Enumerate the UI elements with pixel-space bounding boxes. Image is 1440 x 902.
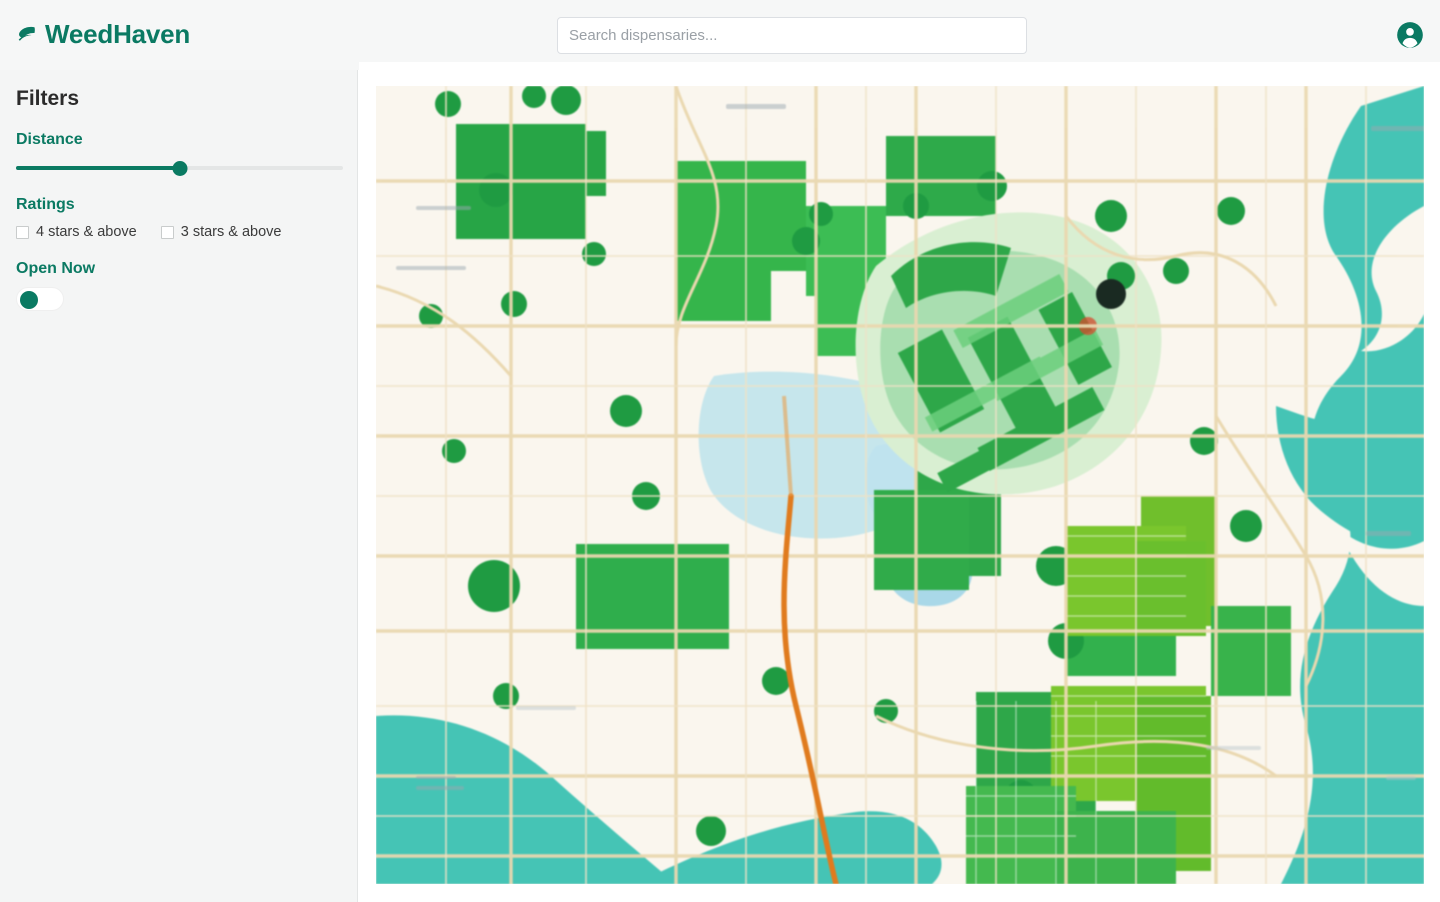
account-circle-icon[interactable] bbox=[1396, 21, 1424, 49]
checkbox-box[interactable] bbox=[16, 225, 29, 239]
checkbox-3-stars[interactable]: 3 stars & above bbox=[160, 223, 282, 241]
filter-section-ratings: Ratings 4 stars & above 3 stars & above bbox=[16, 195, 343, 241]
filter-section-distance: Distance bbox=[16, 130, 343, 178]
ratings-checkbox-group: 4 stars & above 3 stars & above bbox=[16, 223, 343, 241]
open-now-label: Open Now bbox=[16, 260, 96, 277]
toggle-knob bbox=[20, 291, 38, 309]
page-title: Filters bbox=[16, 87, 80, 110]
leaf-icon bbox=[16, 24, 36, 44]
brand-name: WeedHaven bbox=[45, 19, 191, 49]
checkbox-box[interactable] bbox=[160, 225, 174, 239]
filters-sidebar: Filters Distance Ratings 4 stars & above… bbox=[0, 70, 358, 902]
checkbox-label: 4 stars & above bbox=[36, 224, 137, 240]
search-field-wrapper[interactable] bbox=[557, 17, 1027, 54]
checkbox-4-stars[interactable]: 4 stars & above bbox=[16, 223, 137, 241]
checkbox-label: 3 stars & above bbox=[180, 224, 282, 240]
distance-slider[interactable] bbox=[16, 158, 343, 178]
slider-thumb[interactable] bbox=[172, 161, 187, 176]
search-input[interactable] bbox=[557, 17, 1027, 54]
slider-fill bbox=[16, 166, 180, 170]
brand-logo[interactable]: WeedHaven bbox=[16, 18, 190, 50]
open-now-toggle[interactable] bbox=[16, 287, 64, 311]
dispensary-map[interactable] bbox=[376, 86, 1424, 884]
filter-section-open-now: Open Now bbox=[16, 259, 343, 311]
map-panel bbox=[359, 62, 1440, 902]
distance-label: Distance bbox=[16, 131, 83, 148]
app-header: WeedHaven bbox=[0, 0, 1440, 70]
ratings-label: Ratings bbox=[16, 196, 75, 213]
